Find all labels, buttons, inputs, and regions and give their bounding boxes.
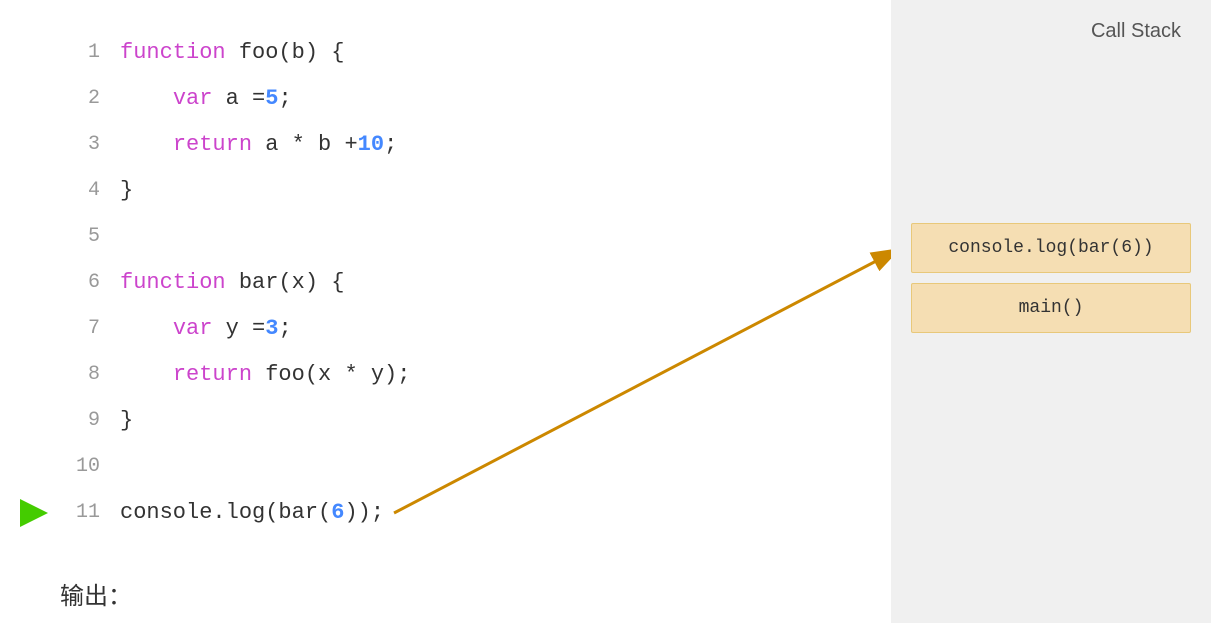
output-text: 输出： xyxy=(60,583,132,610)
code-line-5: 5 xyxy=(60,214,891,260)
line-content-11: console.log(bar(6)); xyxy=(120,490,384,536)
line-number-4: 4 xyxy=(60,168,100,214)
line-number-11: 11 xyxy=(60,490,100,536)
line-content-1: function foo(b) { xyxy=(120,30,344,76)
current-line-arrow xyxy=(20,499,48,527)
stack-item-console-log: console.log(bar(6)) xyxy=(911,223,1191,273)
code-line-10: 10 xyxy=(60,444,891,490)
line-content-4: } xyxy=(120,168,133,214)
line-number-5: 5 xyxy=(60,214,100,260)
line-number-7: 7 xyxy=(60,306,100,352)
line-content-9: } xyxy=(120,398,133,444)
line-number-9: 9 xyxy=(60,398,100,444)
line-number-8: 8 xyxy=(60,352,100,398)
code-line-11: 11 console.log(bar(6)); xyxy=(60,490,891,536)
line-number-6: 6 xyxy=(60,260,100,306)
code-line-7: 7 var y = 3; xyxy=(60,306,891,352)
line-content-3: return a * b + 10; xyxy=(120,122,397,168)
call-stack-items: console.log(bar(6)) main() xyxy=(911,223,1191,333)
code-line-6: 6 function bar(x) { xyxy=(60,260,891,306)
code-line-1: 1 function foo(b) { xyxy=(60,30,891,76)
code-block: 1 function foo(b) { 2 var a = 5; 3 retur… xyxy=(60,30,891,536)
line-number-10: 10 xyxy=(60,444,100,490)
output-label: 输出： xyxy=(60,576,891,611)
code-line-2: 2 var a = 5; xyxy=(60,76,891,122)
line-content-8: return foo(x * y); xyxy=(120,352,410,398)
code-line-8: 8 return foo(x * y); xyxy=(60,352,891,398)
code-editor-area: 1 function foo(b) { 2 var a = 5; 3 retur… xyxy=(0,0,891,623)
line-number-3: 3 xyxy=(60,122,100,168)
call-stack-title: Call Stack xyxy=(1091,20,1181,43)
line-content-7: var y = 3; xyxy=(120,306,292,352)
stack-item-main: main() xyxy=(911,283,1191,333)
call-stack-panel: Call Stack console.log(bar(6)) main() xyxy=(891,0,1211,623)
code-line-9: 9 } xyxy=(60,398,891,444)
code-line-4: 4 } xyxy=(60,168,891,214)
line-number-1: 1 xyxy=(60,30,100,76)
line-number-2: 2 xyxy=(60,76,100,122)
line-content-2: var a = 5; xyxy=(120,76,292,122)
code-line-3: 3 return a * b + 10; xyxy=(60,122,891,168)
green-arrow-icon xyxy=(20,499,48,527)
line-content-6: function bar(x) { xyxy=(120,260,344,306)
